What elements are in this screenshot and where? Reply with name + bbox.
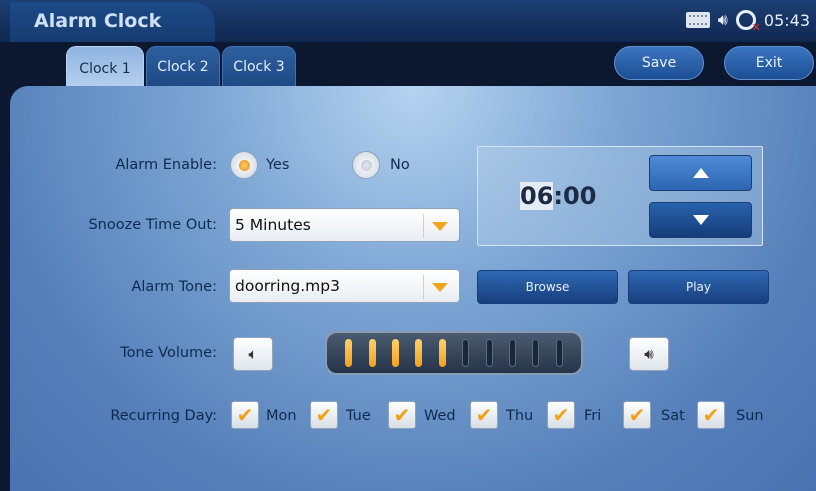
volume-bar[interactable] bbox=[368, 339, 376, 367]
volume-down-button[interactable]: 🔈︎ bbox=[233, 337, 273, 371]
speaker-low-icon: 🔈︎ bbox=[248, 345, 258, 363]
checkbox-fri[interactable]: ✔ bbox=[547, 401, 575, 429]
save-button[interactable]: Save bbox=[614, 46, 704, 80]
alarm-enable-no-label: No bbox=[390, 157, 410, 173]
volume-bar[interactable] bbox=[532, 339, 540, 367]
volume-bar[interactable] bbox=[391, 339, 399, 367]
day-label-tue: Tue bbox=[346, 408, 371, 424]
play-button[interactable]: Play bbox=[628, 270, 769, 304]
day-label-sat: Sat bbox=[661, 408, 685, 424]
volume-bar[interactable] bbox=[462, 339, 470, 367]
volume-bar[interactable] bbox=[438, 339, 446, 367]
radio-selected-dot bbox=[239, 160, 250, 171]
alarm-enable-yes-label: Yes bbox=[266, 157, 290, 173]
chevron-down-icon[interactable] bbox=[423, 275, 455, 299]
checkbox-mon[interactable]: ✔ bbox=[231, 401, 259, 429]
day-label-thu: Thu bbox=[506, 408, 534, 424]
checkbox-sat[interactable]: ✔ bbox=[623, 401, 651, 429]
volume-bar[interactable] bbox=[415, 339, 423, 367]
tab-clock-1[interactable]: Clock 1 bbox=[66, 46, 144, 90]
speaker-high-icon: 🔊︎ bbox=[644, 345, 654, 363]
day-label-fri: Fri bbox=[584, 408, 602, 424]
checkbox-wed[interactable]: ✔ bbox=[388, 401, 416, 429]
checkbox-tue[interactable]: ✔ bbox=[310, 401, 338, 429]
tone-volume-label: Tone Volume: bbox=[120, 345, 217, 361]
alarm-enable-label: Alarm Enable: bbox=[115, 157, 217, 173]
snooze-value: 5 Minutes bbox=[235, 216, 311, 234]
keyboard-icon[interactable] bbox=[685, 12, 710, 28]
alarm-time-display[interactable]: 06:00 bbox=[520, 182, 596, 210]
checkbox-sun[interactable]: ✔ bbox=[697, 401, 725, 429]
radio-unselected-dot bbox=[361, 160, 372, 171]
status-area: 🔊︎ 05:43 bbox=[685, 8, 810, 34]
title-tab: Alarm Clock bbox=[10, 2, 215, 42]
time-down-button[interactable] bbox=[649, 202, 752, 238]
alarm-tone-value: doorring.mp3 bbox=[235, 277, 340, 295]
alarm-tone-select[interactable]: doorring.mp3 bbox=[229, 269, 460, 303]
status-time: 05:43 bbox=[763, 10, 810, 30]
snooze-select[interactable]: 5 Minutes bbox=[229, 208, 460, 242]
volume-bar[interactable] bbox=[508, 339, 516, 367]
time-up-button[interactable] bbox=[649, 155, 752, 191]
alarm-tone-label: Alarm Tone: bbox=[131, 279, 217, 295]
alarm-enable-yes-radio[interactable] bbox=[230, 151, 258, 179]
alarm-enable-no-radio[interactable] bbox=[352, 151, 380, 179]
volume-slider[interactable] bbox=[325, 331, 583, 375]
day-label-mon: Mon bbox=[266, 408, 297, 424]
checkbox-thu[interactable]: ✔ bbox=[470, 401, 498, 429]
exit-button[interactable]: Exit bbox=[724, 46, 814, 80]
volume-bar[interactable] bbox=[555, 339, 563, 367]
volume-bar[interactable] bbox=[345, 339, 353, 367]
snooze-label: Snooze Time Out: bbox=[88, 217, 217, 233]
tab-clock-2[interactable]: Clock 2 bbox=[146, 46, 220, 86]
arrow-up-icon bbox=[692, 168, 709, 178]
volume-up-button[interactable]: 🔊︎ bbox=[629, 337, 669, 371]
title-bar: Alarm Clock 🔊︎ 05:43 bbox=[0, 0, 816, 42]
day-label-wed: Wed bbox=[424, 408, 456, 424]
browse-button[interactable]: Browse bbox=[477, 270, 618, 304]
window-title: Alarm Clock bbox=[34, 10, 162, 32]
alarm-time-minutes[interactable]: 00 bbox=[563, 182, 596, 210]
volume-bar[interactable] bbox=[485, 339, 493, 367]
tab-clock-3[interactable]: Clock 3 bbox=[222, 46, 296, 86]
chevron-down-icon[interactable] bbox=[423, 214, 455, 238]
day-label-sun: Sun bbox=[736, 408, 764, 424]
arrow-down-icon bbox=[692, 215, 709, 225]
recurring-day-label: Recurring Day: bbox=[110, 408, 217, 424]
speaker-icon[interactable]: 🔊︎ bbox=[718, 10, 728, 30]
alarm-time-hours[interactable]: 06 bbox=[520, 182, 554, 210]
alarm-time-separator: : bbox=[553, 182, 564, 210]
alarm-off-icon[interactable] bbox=[735, 10, 761, 34]
